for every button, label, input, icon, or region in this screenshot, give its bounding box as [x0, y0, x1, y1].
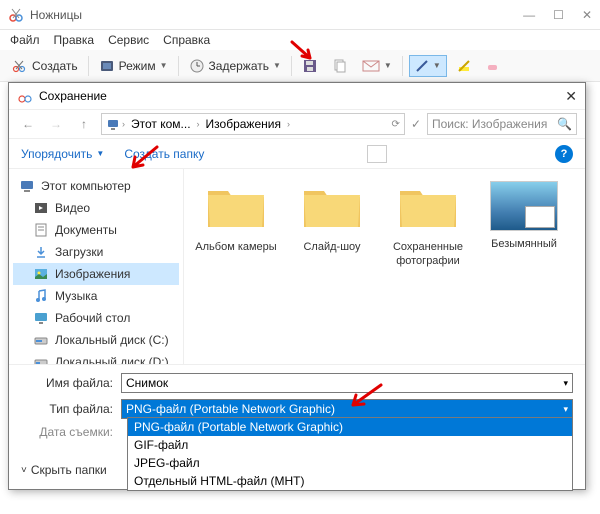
dropdown-option[interactable]: PNG-файл (Portable Network Graphic): [128, 418, 572, 436]
folder-item[interactable]: Слайд-шоу: [288, 181, 376, 254]
nav-downloads[interactable]: Загрузки: [13, 241, 179, 263]
breadcrumb[interactable]: › Этот ком... › Изображения › ⟳: [101, 113, 405, 135]
chevron-down-icon: ▼: [433, 61, 441, 70]
organize-button[interactable]: Упорядочить ▼: [21, 147, 104, 161]
filename-input[interactable]: Снимок ▾: [121, 373, 573, 393]
app-icon: [8, 7, 24, 23]
mail-icon: [362, 59, 380, 73]
pen-icon: [415, 59, 429, 73]
filetype-dropdown: PNG-файл (Portable Network Graphic) GIF-…: [127, 417, 573, 491]
crumb[interactable]: Этот ком...: [127, 117, 195, 131]
copy-icon: [332, 58, 348, 74]
forward-button[interactable]: →: [45, 113, 67, 135]
clock-icon: [189, 58, 205, 74]
menu-edit[interactable]: Правка: [54, 33, 95, 47]
mode-icon: [99, 58, 115, 74]
nav-bar: ← → ↑ › Этот ком... › Изображения › ⟳ ✓ …: [9, 109, 585, 139]
maximize-button[interactable]: ☐: [553, 8, 564, 22]
nav-videos[interactable]: Видео: [13, 197, 179, 219]
folder-icon: [396, 181, 460, 231]
chevron-down-icon: ▾: [563, 378, 568, 389]
chevron-down-icon: ▼: [273, 61, 281, 70]
menu-help[interactable]: Справка: [163, 33, 210, 47]
menu-tools[interactable]: Сервис: [108, 33, 149, 47]
floppy-icon: [302, 58, 318, 74]
highlighter-icon: [457, 59, 471, 73]
delay-button[interactable]: Задержать ▼: [185, 56, 285, 76]
nav-disk-c[interactable]: Локальный диск (C:): [13, 329, 179, 351]
folder-item[interactable]: Альбом камеры: [192, 181, 280, 254]
nav-music[interactable]: Музыка: [13, 285, 179, 307]
nav-this-pc[interactable]: Этот компьютер: [13, 175, 179, 197]
save-button[interactable]: [298, 56, 322, 76]
mode-label: Режим: [119, 59, 156, 73]
crumb[interactable]: Изображения: [202, 117, 285, 131]
nav-desktop[interactable]: Рабочий стол: [13, 307, 179, 329]
dropdown-option[interactable]: Отдельный HTML-файл (MHT): [128, 472, 572, 490]
thumbnail-icon: [490, 181, 558, 231]
mode-button[interactable]: Режим ▼: [95, 56, 172, 76]
dialog-close-button[interactable]: ✕: [565, 88, 577, 105]
chevron-down-icon: ▼: [160, 61, 168, 70]
file-list[interactable]: Альбом камеры Слайд-шоу Сохраненные фото…: [184, 169, 585, 364]
nav-documents[interactable]: Документы: [13, 219, 179, 241]
view-button[interactable]: [367, 145, 387, 163]
refresh-icon[interactable]: ⟳: [392, 119, 400, 130]
dropdown-option[interactable]: GIF-файл: [128, 436, 572, 454]
chevron-down-icon: ▾: [563, 404, 568, 415]
folder-icon: [204, 181, 268, 231]
folder-icon: [300, 181, 364, 231]
filetype-select[interactable]: PNG-файл (Portable Network Graphic) ▾: [121, 399, 573, 419]
back-button[interactable]: ←: [17, 113, 39, 135]
dropdown-option[interactable]: JPEG-файл: [128, 454, 572, 472]
dialog-bottom: Имя файла: Снимок ▾ Тип файла: PNG-файл …: [9, 364, 585, 453]
filetype-label: Тип файла:: [21, 402, 121, 416]
filename-label: Имя файла:: [21, 376, 121, 390]
new-folder-button[interactable]: Создать папку: [124, 147, 204, 161]
dialog-titlebar: Сохранение ✕: [9, 83, 585, 109]
refresh-button[interactable]: ✓: [411, 117, 421, 131]
eraser-icon: [485, 59, 499, 73]
hide-folders-button[interactable]: ˅ Скрыть папки: [21, 463, 107, 477]
search-input[interactable]: Поиск: Изображения 🔍: [427, 113, 577, 135]
minimize-button[interactable]: —: [523, 8, 535, 22]
date-label: Дата съемки:: [21, 425, 121, 439]
app-title: Ножницы: [30, 8, 82, 22]
pc-icon: [106, 117, 120, 131]
nav-pane: Этот компьютер Видео Документы Загрузки …: [9, 169, 184, 364]
app-icon: [17, 88, 33, 104]
mail-button[interactable]: ▼: [358, 57, 396, 75]
chevron-down-icon: ▼: [384, 61, 392, 70]
save-dialog: Сохранение ✕ ← → ↑ › Этот ком... › Изобр…: [8, 82, 586, 490]
pen-button[interactable]: ▼: [409, 55, 447, 77]
close-button[interactable]: ✕: [582, 8, 592, 22]
new-button[interactable]: Создать: [8, 56, 82, 76]
highlighter-button[interactable]: [453, 57, 475, 75]
nav-disk-d[interactable]: Локальный диск (D:): [13, 351, 179, 364]
delay-label: Задержать: [209, 59, 269, 73]
nav-pictures[interactable]: Изображения: [13, 263, 179, 285]
toolbar: Создать Режим ▼ Задержать ▼ ▼ ▼: [0, 50, 600, 82]
up-button[interactable]: ↑: [73, 113, 95, 135]
titlebar: Ножницы — ☐ ✕: [0, 0, 600, 30]
scissors-icon: [12, 58, 28, 74]
eraser-button[interactable]: [481, 57, 503, 75]
help-button[interactable]: ?: [555, 145, 573, 163]
copy-button[interactable]: [328, 56, 352, 76]
menubar: Файл Правка Сервис Справка: [0, 30, 600, 50]
dialog-toolbar: Упорядочить ▼ Создать папку ?: [9, 139, 585, 169]
dialog-title: Сохранение: [39, 89, 107, 103]
file-item[interactable]: Безымянный: [480, 181, 568, 251]
new-label: Создать: [32, 59, 78, 73]
folder-item[interactable]: Сохраненные фотографии: [384, 181, 472, 269]
search-icon: 🔍: [557, 117, 572, 131]
search-placeholder: Поиск: Изображения: [432, 117, 547, 131]
menu-file[interactable]: Файл: [10, 33, 40, 47]
